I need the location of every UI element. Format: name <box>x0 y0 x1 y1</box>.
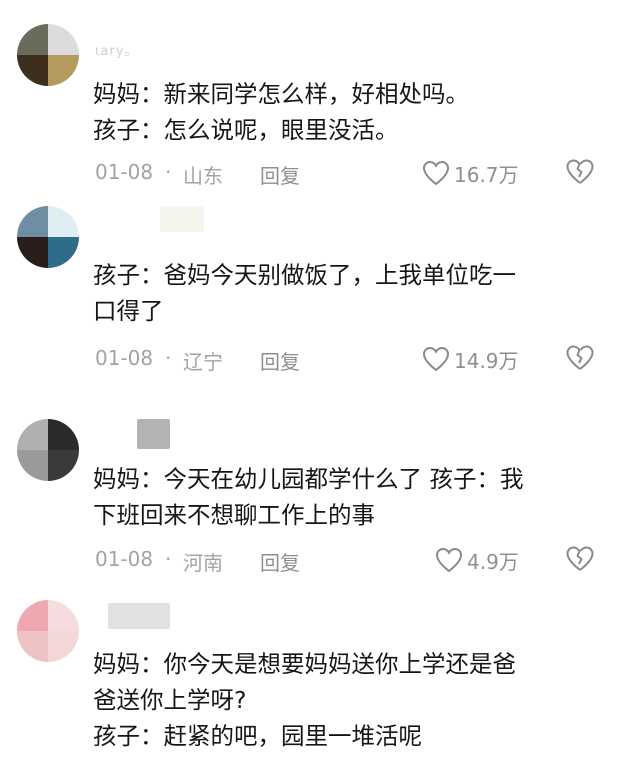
avatar[interactable] <box>17 24 79 86</box>
username-blurred[interactable] <box>108 603 170 629</box>
avatar-cell <box>17 631 48 662</box>
comment-date: 01-08 <box>95 160 154 184</box>
comment-meta: 01-08 · 辽宁 回复 14.9万 <box>95 344 605 374</box>
avatar-cell <box>48 55 79 86</box>
heart-icon <box>422 346 450 372</box>
avatar-cell <box>48 206 79 237</box>
comment-meta: 01-08 · 河南 回复 4.9万 <box>95 545 605 575</box>
avatar-cell <box>48 450 79 481</box>
comment-line: 口得了 <box>93 297 164 325</box>
reply-button[interactable]: 回复 <box>260 346 300 375</box>
avatar-cell <box>17 206 48 237</box>
meta-separator: · <box>165 346 172 370</box>
comment-location: 山东 <box>183 164 223 188</box>
meta-separator: · <box>165 547 172 571</box>
comment-item: ιary。 妈妈：新来同学怎么样，好相处吗。 孩子：怎么说呢，眼里没活。 01-… <box>0 0 623 200</box>
like-count: 16.7万 <box>454 162 519 187</box>
comment-date: 01-08 <box>95 547 154 571</box>
comment-text: 妈妈：新来同学怎么样，好相处吗。 孩子：怎么说呢，眼里没活。 <box>93 76 605 148</box>
broken-heart-icon[interactable] <box>565 158 595 186</box>
like-count: 4.9万 <box>467 549 519 574</box>
username-blurred[interactable] <box>160 206 204 232</box>
comment-item: 妈妈：今天在幼儿园都学什么了 孩子：我 下班回来不想聊工作上的事 01-08 ·… <box>0 400 623 590</box>
comment-text: 孩子：爸妈今天别做饭了，上我单位吃一 口得了 <box>93 257 605 329</box>
avatar-cell <box>17 600 48 631</box>
comment-item: 孩子：爸妈今天别做饭了，上我单位吃一 口得了 01-08 · 辽宁 回复 14.… <box>0 200 623 400</box>
comment-line: 下班回来不想聊工作上的事 <box>93 501 375 529</box>
comment-date: 01-08 <box>95 346 154 370</box>
avatar-cell <box>48 600 79 631</box>
comment-text: 妈妈：今天在幼儿园都学什么了 孩子：我 下班回来不想聊工作上的事 <box>93 461 605 533</box>
broken-heart-icon[interactable] <box>565 545 595 573</box>
username-blurred[interactable] <box>137 419 170 449</box>
heart-icon <box>422 160 450 186</box>
comment-line: 孩子：赶紧的吧，园里一堆活呢 <box>93 722 422 750</box>
heart-icon <box>435 547 463 573</box>
avatar-cell <box>17 24 48 55</box>
like-button[interactable]: 4.9万 <box>435 545 519 575</box>
comment-text: 妈妈：你今天是想要妈妈送你上学还是爸 爸送你上学呀? 孩子：赶紧的吧，园里一堆活… <box>93 646 605 754</box>
like-button[interactable]: 16.7万 <box>422 158 519 188</box>
avatar-cell <box>17 55 48 86</box>
avatar-cell <box>17 450 48 481</box>
avatar-cell <box>17 419 48 450</box>
comment-meta: 01-08 · 山东 回复 16.7万 <box>95 158 605 188</box>
comment-line: 妈妈：你今天是想要妈妈送你上学还是爸 <box>93 650 516 678</box>
avatar-cell <box>48 631 79 662</box>
broken-heart-icon[interactable] <box>565 344 595 372</box>
like-count: 14.9万 <box>454 348 519 373</box>
avatar[interactable] <box>17 600 79 662</box>
comment-line: 爸送你上学呀? <box>93 686 247 714</box>
comment-line: 孩子：爸妈今天别做饭了，上我单位吃一 <box>93 261 516 289</box>
comment-line: 孩子：怎么说呢，眼里没活。 <box>93 116 399 144</box>
meta-separator: · <box>165 160 172 184</box>
comment-location: 河南 <box>183 551 223 575</box>
avatar[interactable] <box>17 206 79 268</box>
comment-item: 妈妈：你今天是想要妈妈送你上学还是爸 爸送你上学呀? 孩子：赶紧的吧，园里一堆活… <box>0 590 623 768</box>
reply-button[interactable]: 回复 <box>260 547 300 576</box>
avatar-cell <box>48 419 79 450</box>
reply-button[interactable]: 回复 <box>260 160 300 189</box>
avatar-cell <box>48 237 79 268</box>
like-button[interactable]: 14.9万 <box>422 344 519 374</box>
avatar[interactable] <box>17 419 79 481</box>
comment-line: 妈妈：新来同学怎么样，好相处吗。 <box>93 80 469 108</box>
comment-location: 辽宁 <box>183 350 223 374</box>
avatar-cell <box>17 237 48 268</box>
avatar-cell <box>48 24 79 55</box>
username[interactable]: ιary。 <box>95 40 138 59</box>
comment-line: 妈妈：今天在幼儿园都学什么了 孩子：我 <box>93 465 524 493</box>
